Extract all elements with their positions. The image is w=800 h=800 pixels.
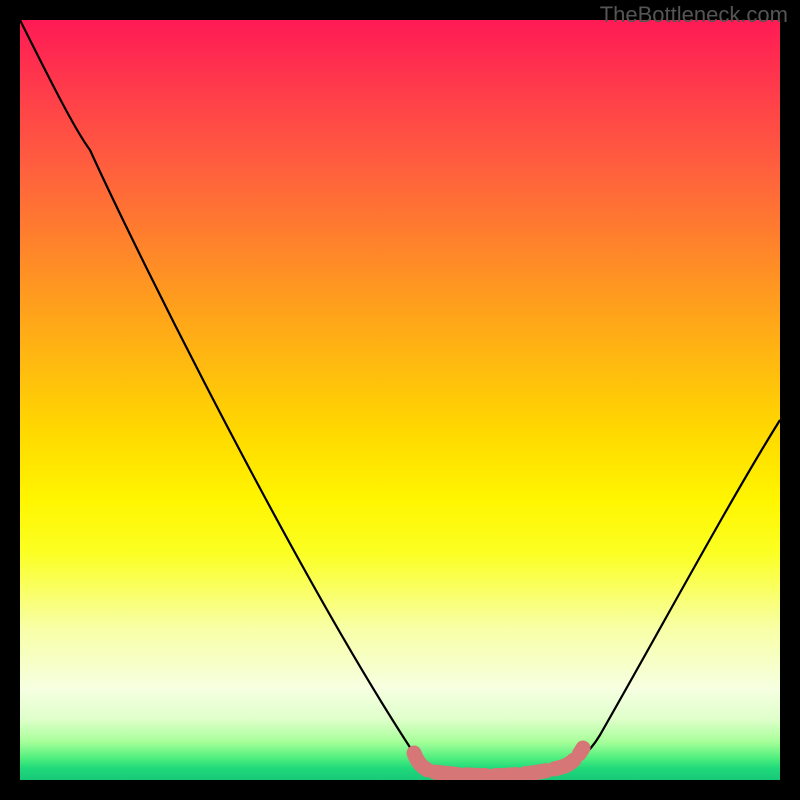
chart-svg xyxy=(20,20,780,780)
plot-area xyxy=(20,20,780,780)
chart-frame: TheBottleneck.com xyxy=(0,0,800,800)
trough-highlight xyxy=(414,748,583,776)
watermark-text: TheBottleneck.com xyxy=(600,2,788,28)
bottleneck-curve xyxy=(20,20,780,775)
